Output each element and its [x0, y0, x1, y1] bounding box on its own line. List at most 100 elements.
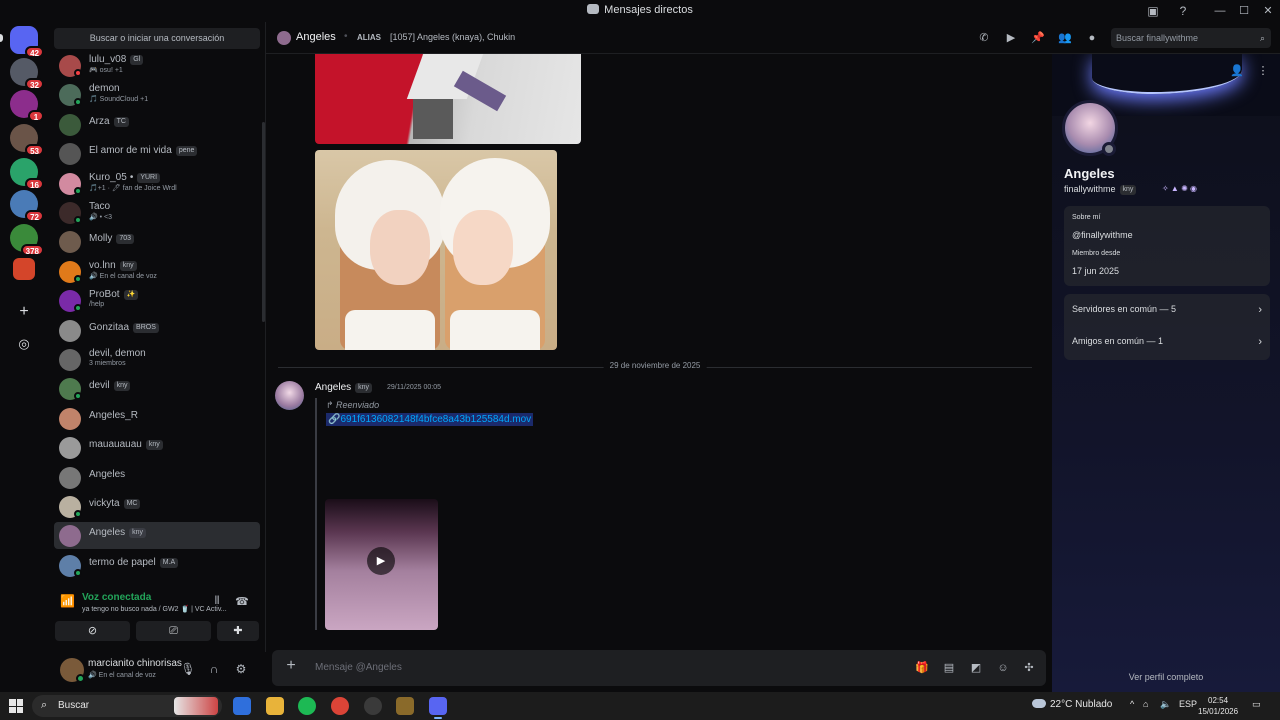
chrome-icon[interactable] [331, 697, 349, 715]
dm-item[interactable]: vo.lnn kny 🔊 En el canal de voz [54, 258, 260, 285]
language-indicator[interactable]: ESP [1179, 699, 1197, 709]
discover-icon[interactable]: ◎ [10, 330, 38, 358]
camera-off-button[interactable]: ⊘ [55, 621, 130, 641]
help-icon[interactable]: ? [1175, 3, 1191, 19]
video-call-icon[interactable]: ▶ [1004, 31, 1018, 45]
server-icon[interactable] [13, 258, 35, 280]
microphone-icon[interactable]: 🎙 [180, 662, 196, 676]
message-composer[interactable]: + Mensaje @Angeles 🎁 ▤ ◩ ☺ ✣ [272, 650, 1046, 686]
volume-icon[interactable]: 🔈 [1160, 699, 1171, 710]
dm-item[interactable]: devil kny [54, 375, 260, 402]
server-tag: TC [113, 117, 129, 127]
attach-icon[interactable]: + [283, 658, 299, 674]
signal-icon[interactable]: 📶 [60, 594, 76, 610]
minecraft-icon[interactable] [396, 697, 414, 715]
server-icon[interactable]: 1 [10, 90, 44, 122]
mutual-servers-row[interactable]: Servidores en común — 5 › [1072, 304, 1262, 316]
more-options-icon[interactable]: ⋮ [1256, 64, 1270, 78]
chat-search-input[interactable]: Buscar finallywithme ⌕ [1111, 28, 1271, 48]
screen-share-button[interactable]: ⎚ [136, 621, 211, 641]
dm-item[interactable]: Angeles kny [54, 522, 260, 549]
server-folder[interactable]: 378 [10, 224, 44, 256]
server-icon[interactable]: 72 [10, 190, 44, 222]
dm-name: termo de papel M.A [89, 557, 179, 568]
sticker-icon[interactable]: ◩ [969, 661, 983, 675]
add-friend-icon[interactable]: 👤 [1230, 64, 1244, 78]
dm-item[interactable]: Kuro_05 • YURI 🎵+1 · 🖊 fan de Joice Wrdl [54, 170, 260, 197]
discord-icon[interactable] [429, 697, 447, 719]
image-attachment[interactable] [315, 150, 557, 350]
chevron-up-icon[interactable]: ^ [1130, 699, 1134, 709]
video-attachment[interactable]: ▶ [325, 499, 438, 630]
chat-title: Angeles [296, 31, 336, 43]
dm-item[interactable]: Angeles [54, 464, 260, 491]
status-indicator [74, 98, 82, 106]
message-input[interactable]: Mensaje @Angeles [315, 662, 402, 673]
image-attachment[interactable] [315, 54, 581, 144]
dm-name: vo.lnn kny [89, 260, 137, 271]
apps-icon[interactable]: ✣ [1022, 661, 1036, 675]
close-button[interactable]: ✕ [1256, 0, 1280, 22]
view-full-profile-link[interactable]: Ver perfil completo [1052, 672, 1280, 682]
dm-item[interactable]: devil, demon 3 miembros [54, 346, 260, 373]
dm-item[interactable]: El amor de mi vida pene [54, 140, 260, 167]
file-link[interactable]: 🔗691f6136082148f4bfce8a43b125584d.mov [326, 413, 534, 426]
dm-search-button[interactable]: Buscar o iniciar una conversación [54, 28, 260, 49]
status-indicator [74, 392, 82, 400]
pin-icon[interactable]: 📌 [1031, 31, 1045, 45]
add-server-icon[interactable]: + [10, 298, 38, 326]
inbox-icon[interactable]: ▣ [1145, 3, 1161, 19]
maximize-button[interactable]: ☐ [1232, 0, 1256, 22]
server-tag: kny [113, 381, 131, 391]
dm-item[interactable]: lulu_v08 Gl 🎮 osu! +1 [54, 52, 260, 79]
activities-button[interactable]: ✚ [217, 621, 259, 641]
play-icon[interactable]: ▶ [367, 547, 395, 575]
file-explorer-icon[interactable] [266, 697, 284, 715]
disconnect-icon[interactable]: ☎ [234, 595, 250, 611]
member-since-label: Miembro desde [1072, 250, 1121, 257]
dm-item[interactable]: ProBot ✨/help [54, 287, 260, 314]
headphones-icon[interactable]: ∩ [206, 662, 222, 676]
network-icon[interactable]: ⌂ [1143, 699, 1148, 709]
server-tag: kny [145, 440, 163, 450]
gif-icon[interactable]: ▤ [942, 661, 956, 675]
app-icon[interactable] [364, 697, 382, 715]
user-profile-icon[interactable]: ● [1085, 31, 1099, 45]
server-tag: MC [123, 499, 141, 509]
gear-icon[interactable]: ⚙ [233, 662, 249, 676]
message-author[interactable]: Angeles kny [315, 382, 373, 393]
dm-item[interactable]: demon 🎵 SoundCloud +1 [54, 81, 260, 108]
server-icon[interactable]: 53 [10, 124, 44, 156]
mention-badge: 42 [25, 46, 44, 58]
avatar[interactable] [275, 381, 304, 410]
call-icon[interactable]: ✆ [977, 31, 991, 45]
notification-icon[interactable]: ▭ [1252, 699, 1261, 710]
dm-item[interactable]: mauauauau kny [54, 434, 260, 461]
server-icon[interactable]: 16 [10, 158, 44, 190]
cloud-icon [1032, 699, 1046, 708]
spotify-icon[interactable] [298, 697, 316, 715]
dm-item[interactable]: vickyta MC [54, 493, 260, 520]
add-friends-icon[interactable]: 👥 [1058, 31, 1072, 45]
user-name[interactable]: marcianito chinorisas [88, 658, 182, 669]
minimize-button[interactable]: — [1208, 0, 1232, 22]
dm-item[interactable]: Taco 🔊 • <3 [54, 199, 260, 226]
taskbar-search[interactable]: ⌕ Buscar [32, 695, 222, 717]
dm-item[interactable]: termo de papel M.A [54, 552, 260, 579]
mutual-friends-row[interactable]: Amigos en común — 1 › [1072, 336, 1262, 348]
emoji-icon[interactable]: ☺ [996, 661, 1010, 675]
start-button[interactable] [9, 699, 23, 713]
gift-icon[interactable]: 🎁 [915, 661, 929, 675]
clock[interactable]: 02:54 15/01/2026 [1198, 695, 1238, 717]
dm-item[interactable]: Angeles_R [54, 405, 260, 432]
soundboard-icon[interactable]: ⦀ [209, 595, 225, 611]
dm-item[interactable]: Molly 703 [54, 228, 260, 255]
dm-item[interactable]: Gonzitaa BROS [54, 317, 260, 344]
task-view-icon[interactable] [233, 697, 251, 715]
weather-widget[interactable]: 22°C Nublado [1032, 699, 1112, 710]
voice-channel-name[interactable]: ya tengo no busco nada / GW2 🥤 | VC Acti… [82, 605, 227, 613]
dm-scrollbar[interactable] [262, 122, 265, 322]
dm-item[interactable]: Arza TC [54, 111, 260, 138]
server-icon[interactable]: 32 [10, 58, 44, 90]
home-button[interactable]: 42 [10, 26, 44, 58]
